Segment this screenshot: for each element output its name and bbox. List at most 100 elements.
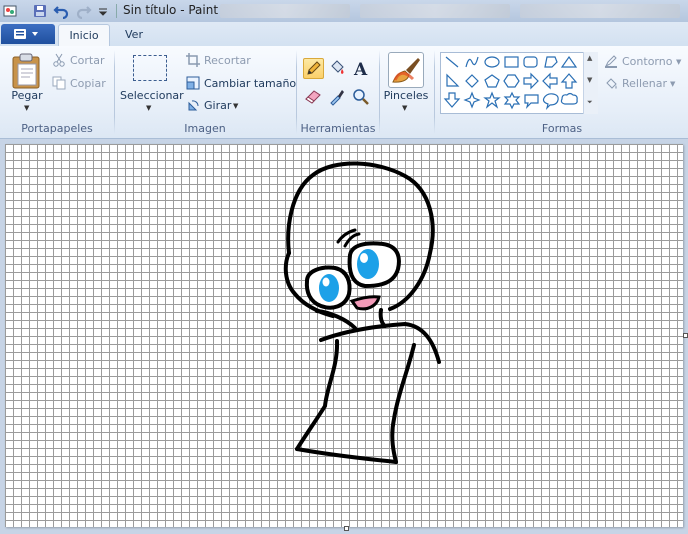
- four-point-star-shape-icon[interactable]: [463, 91, 481, 109]
- tab-inicio[interactable]: Inicio: [58, 24, 110, 46]
- brush-icon: [392, 58, 420, 83]
- menu-icon: [14, 29, 38, 39]
- copy-icon: [52, 76, 66, 90]
- oval-callout-shape-icon[interactable]: [542, 93, 559, 110]
- taskbar-blur: [360, 4, 510, 18]
- rounded-callout-shape-icon[interactable]: [524, 94, 539, 109]
- outline-icon: [604, 55, 617, 68]
- paint-app-icon[interactable]: [2, 3, 18, 19]
- outline-button[interactable]: Contorno: [622, 55, 672, 68]
- shapes-gallery: [440, 52, 598, 114]
- oval-shape-icon[interactable]: [484, 56, 500, 68]
- redo-icon[interactable]: [76, 3, 92, 19]
- group-divider: [379, 50, 380, 134]
- group-divider: [296, 50, 297, 134]
- fill-dropdown-arrow[interactable]: ▼: [670, 80, 675, 88]
- ribbon: Pegar ▼ Cortar Copiar Portapapeles Selec…: [0, 46, 688, 139]
- polygon-shape-icon[interactable]: [544, 56, 558, 68]
- undo-icon[interactable]: [53, 3, 69, 19]
- clipboard-group-label: Portapapeles: [21, 122, 93, 135]
- eraser-tool[interactable]: [303, 86, 324, 107]
- cut-button[interactable]: Cortar: [70, 54, 105, 67]
- neck-left: [315, 309, 357, 330]
- text-tool[interactable]: A: [350, 58, 371, 80]
- tools-group-label: Herramientas: [300, 122, 376, 135]
- diamond-shape-icon[interactable]: [465, 74, 479, 88]
- curve-shape-icon[interactable]: [465, 56, 479, 68]
- color-picker-tool[interactable]: [326, 86, 347, 107]
- copy-button[interactable]: Copiar: [70, 77, 106, 90]
- fill-tool[interactable]: [326, 58, 347, 79]
- magnifier-icon: [353, 89, 369, 105]
- shapes-grid: [443, 55, 578, 110]
- line-shape-icon[interactable]: [445, 56, 459, 68]
- paste-button[interactable]: Pegar: [8, 89, 46, 102]
- canvas-resize-handle-bottom[interactable]: [344, 526, 349, 531]
- up-arrow-shape-icon[interactable]: [560, 73, 578, 89]
- taskbar-blur: [220, 4, 350, 18]
- paste-icon[interactable]: [10, 52, 44, 90]
- character-drawing: [283, 161, 441, 464]
- resize-button[interactable]: Cambiar tamaño: [204, 77, 296, 90]
- right-eye: [347, 241, 401, 289]
- paint-menu-button[interactable]: [1, 24, 55, 44]
- ribbon-tabs: Inicio Ver: [0, 22, 688, 47]
- right-arrow-shape-icon[interactable]: [523, 72, 539, 90]
- cut-icon: [53, 53, 65, 67]
- canvas-area: [0, 139, 688, 534]
- body-bottom: [295, 447, 398, 464]
- select-dropdown-arrow[interactable]: ▼: [146, 104, 151, 112]
- canvas-resize-handle-right[interactable]: [683, 333, 688, 338]
- rectangle-shape-icon[interactable]: [504, 56, 519, 68]
- brushes-dropdown-arrow[interactable]: ▼: [402, 104, 407, 112]
- title-separator: [116, 4, 117, 18]
- triangle-shape-icon[interactable]: [560, 55, 578, 68]
- fill-icon: [606, 78, 617, 89]
- left-eye: [304, 265, 352, 310]
- five-point-star-shape-icon[interactable]: [483, 91, 501, 109]
- scroll-up-icon[interactable]: ▲: [587, 54, 592, 62]
- down-arrow-shape-icon[interactable]: [443, 92, 461, 108]
- shapes-group-label: Formas: [541, 122, 583, 135]
- eraser-icon: [305, 90, 321, 104]
- svg-text:A: A: [353, 60, 368, 79]
- outline-dropdown-arrow[interactable]: ▼: [676, 58, 681, 66]
- eyedropper-icon: [330, 90, 344, 106]
- rounded-rectangle-shape-icon[interactable]: [523, 56, 538, 68]
- body-left: [295, 339, 340, 451]
- mouth: [349, 295, 381, 311]
- image-group-label: Imagen: [184, 122, 226, 135]
- right-triangle-shape-icon[interactable]: [446, 73, 460, 87]
- tab-ver[interactable]: Ver: [114, 24, 154, 45]
- pencil-icon: [307, 61, 321, 75]
- customize-quick-access-icon[interactable]: [98, 3, 108, 19]
- brushes-icon-frame[interactable]: [388, 52, 424, 88]
- paste-dropdown-arrow[interactable]: ▼: [24, 104, 29, 112]
- body-right: [390, 343, 416, 464]
- expand-gallery-icon[interactable]: ⏷: [587, 98, 593, 107]
- cloud-callout-shape-icon[interactable]: [560, 92, 578, 105]
- rotate-icon: [188, 100, 199, 111]
- resize-icon: [186, 76, 200, 90]
- save-icon[interactable]: [32, 3, 48, 19]
- rotate-button[interactable]: Girar: [204, 99, 231, 112]
- title-bar: Sin título - Paint: [0, 0, 688, 22]
- crop-button[interactable]: Recortar: [204, 54, 251, 67]
- select-button[interactable]: Seleccionar: [120, 89, 184, 102]
- scroll-down-icon[interactable]: ▼: [587, 76, 592, 84]
- neck-right: [378, 308, 387, 328]
- six-point-star-shape-icon[interactable]: [503, 91, 521, 110]
- drawing-canvas[interactable]: [5, 144, 683, 527]
- rotate-dropdown-arrow[interactable]: ▼: [233, 102, 238, 110]
- magnifier-tool[interactable]: [350, 86, 371, 107]
- left-arrow-shape-icon[interactable]: [542, 72, 558, 90]
- select-icon[interactable]: [133, 55, 167, 81]
- hexagon-shape-icon[interactable]: [503, 74, 520, 88]
- brushes-button[interactable]: Pinceles: [382, 89, 430, 102]
- pencil-tool[interactable]: [303, 58, 324, 79]
- pentagon-shape-icon[interactable]: [484, 74, 500, 88]
- shapes-scrollbar[interactable]: ▲ ▼ ⏷: [583, 52, 598, 114]
- window-title: Sin título - Paint: [123, 3, 219, 17]
- text-icon: A: [353, 60, 368, 80]
- fill-button[interactable]: Rellenar: [622, 77, 667, 90]
